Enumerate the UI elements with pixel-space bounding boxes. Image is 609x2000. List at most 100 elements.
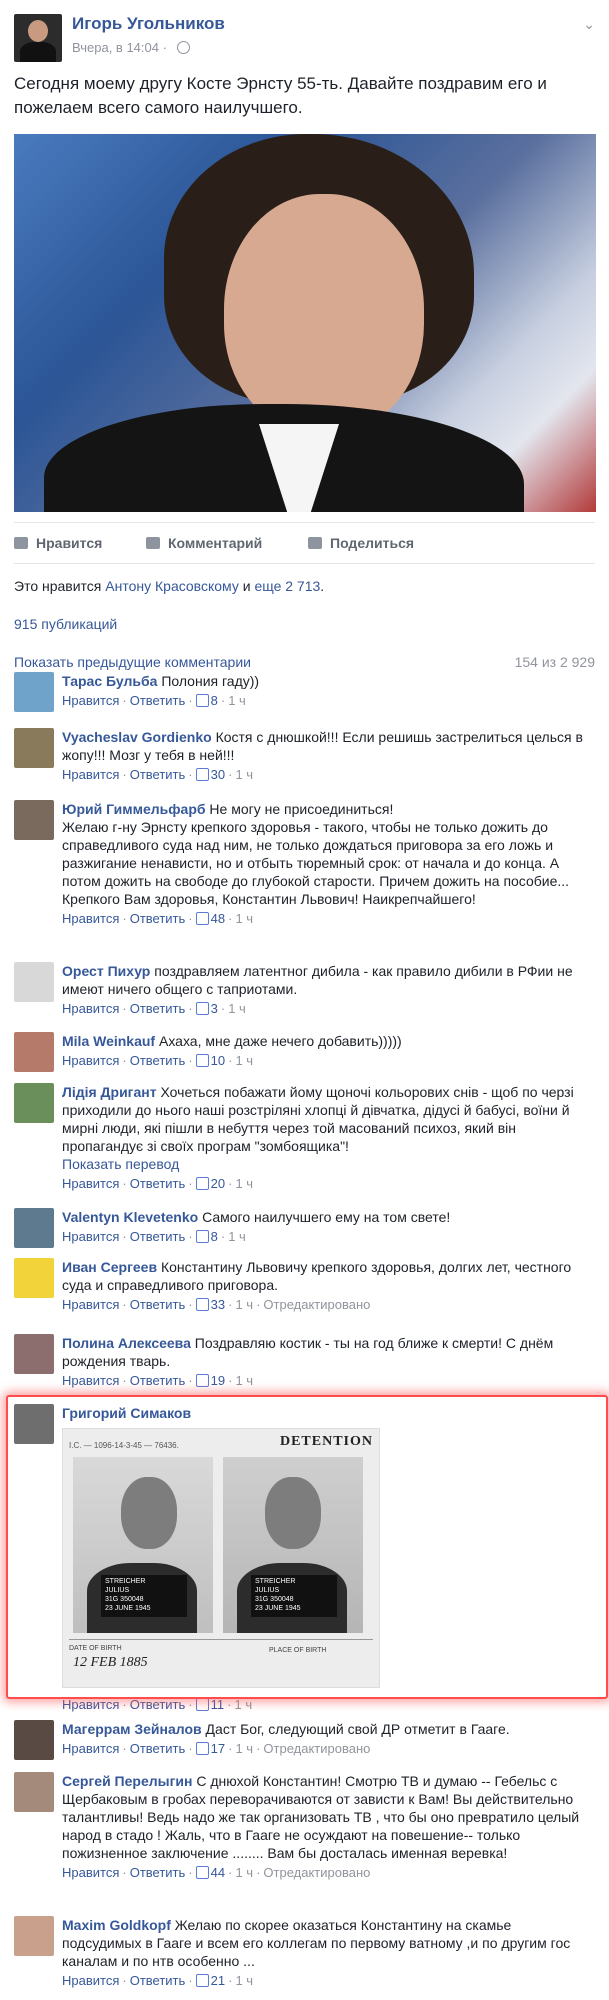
comment-like-count[interactable]: 10 [195,1053,225,1068]
comment-time[interactable]: 1 ч [228,1229,246,1244]
comment-reply-button[interactable]: Ответить [130,1741,186,1756]
comment-actions: Нравится · Ответить · 33 · 1 ч · Отредактировано [62,1296,590,1314]
comment-reply-button[interactable]: Ответить [130,1229,186,1244]
comment-time[interactable]: 1 ч [235,767,253,782]
comment-like-button[interactable]: Нравится [62,1229,119,1244]
commenter-avatar[interactable] [14,728,54,768]
separator: · [122,1297,127,1312]
comment-like-button[interactable]: Нравится [62,1053,119,1068]
comment-time[interactable]: 1 ч [235,1176,253,1191]
previous-comments-link[interactable]: Показать предыдущие комментарии [14,654,251,670]
comment-time[interactable]: 1 ч [235,1973,253,1988]
comment-like-button[interactable]: Нравится [62,1741,119,1756]
comment-reply-button[interactable]: Ответить [130,1865,186,1880]
commenter-name[interactable]: Полина Алексеева [62,1335,191,1351]
commenter-name[interactable]: Иван Сергеев [62,1259,157,1275]
commenter-avatar[interactable] [14,962,54,1002]
comment-like-button[interactable]: Нравится [62,911,119,926]
separator: · [220,693,226,708]
comment-like-button[interactable]: Нравится [62,1297,119,1312]
shares-link[interactable]: 915 публикаций [0,594,609,632]
commenter-avatar[interactable] [14,1258,54,1298]
commenter-name[interactable]: Сергей Перелыгин [62,1773,193,1789]
edited-label[interactable]: Отредактировано [263,1865,370,1880]
post-timestamp[interactable]: Вчера, в 14:04 · [72,40,190,55]
comment-like-count[interactable]: 19 [195,1373,225,1388]
commenter-avatar[interactable] [14,1032,54,1072]
author-name[interactable]: Игорь Угольников [72,14,225,34]
comment-like-count[interactable]: 21 [195,1973,225,1988]
comment-reply-button[interactable]: Ответить [130,1297,186,1312]
comment-like-count[interactable]: 33 [195,1297,225,1312]
commenter-avatar[interactable] [14,1772,54,1812]
commenter-avatar[interactable] [14,1208,54,1248]
comment-like-count[interactable]: 48 [195,911,225,926]
comment-time[interactable]: 1 ч [234,1697,252,1712]
commenter-avatar[interactable] [14,1083,54,1123]
likes-friend-link[interactable]: Антону Красовскому [105,578,239,594]
comment-like-count[interactable]: 30 [195,767,225,782]
comment-button[interactable]: Комментарий [146,535,262,551]
comment-like-button[interactable]: Нравится [62,767,119,782]
commenter-avatar[interactable] [14,672,54,712]
comment-like-count[interactable]: 17 [195,1741,225,1756]
comment-reply-button[interactable]: Ответить [130,1697,186,1712]
comment-like-count[interactable]: 44 [195,1865,225,1880]
comment-like-count[interactable]: 8 [195,693,218,708]
commenter-avatar[interactable] [14,800,54,840]
comment-like-button[interactable]: Нравится [62,1176,119,1191]
comment-time[interactable]: 1 ч [228,693,246,708]
comment-like-count[interactable]: 20 [195,1176,225,1191]
edited-label[interactable]: Отредактировано [263,1297,370,1312]
post-time[interactable]: Вчера, в 14:04 [72,40,159,55]
author-avatar[interactable] [14,14,62,62]
commenter-avatar[interactable] [14,1720,54,1760]
commenter-name[interactable]: Тарас Бульба [62,673,157,689]
comment-like-count[interactable]: 8 [195,1229,218,1244]
commenter-name[interactable]: Valentyn Klevetenko [62,1209,198,1225]
comment-time[interactable]: 1 ч [235,1373,253,1388]
comment-like-count[interactable]: 11 [195,1697,224,1712]
comment-reply-button[interactable]: Ответить [130,911,186,926]
comment-time[interactable]: 1 ч [235,1741,253,1756]
share-button[interactable]: Поделиться [308,535,414,551]
comment-reply-button[interactable]: Ответить [130,1373,186,1388]
comment-like-button[interactable]: Нравится [62,1001,119,1016]
comment-reply-button[interactable]: Ответить [130,1176,186,1191]
separator: · [188,1229,193,1244]
comment-like-button[interactable]: Нравится [62,693,119,708]
commenter-name[interactable]: Maxim Goldkopf [62,1917,171,1933]
commenter-name[interactable]: Mila Weinkauf [62,1033,155,1049]
likes-more-link[interactable]: еще 2 713 [254,578,320,594]
comment-time[interactable]: 1 ч [235,1297,253,1312]
commenter-name[interactable]: Лідія Дригант [62,1084,157,1100]
comment-time[interactable]: 1 ч [235,1865,253,1880]
like-button[interactable]: Нравится [14,535,102,551]
commenter-name[interactable]: Юрий Гиммельфарб [62,801,206,817]
chevron-down-icon[interactable]: ⌄ [583,16,595,33]
comment-like-button[interactable]: Нравится [62,1373,119,1388]
commenter-name[interactable]: Орест Пихур [62,963,150,979]
comment-like-count[interactable]: 3 [195,1001,218,1016]
comment-reply-button[interactable]: Ответить [130,1053,186,1068]
edited-label[interactable]: Отредактировано [263,1741,370,1756]
comment-time[interactable]: 1 ч [235,911,253,926]
commenter-name[interactable]: Магеррам Зейналов [62,1721,202,1737]
comment-time[interactable]: 1 ч [235,1053,253,1068]
commenter-avatar[interactable] [14,1916,54,1956]
comment-reply-button[interactable]: Ответить [130,1001,186,1016]
separator: · [220,1229,226,1244]
post-photo[interactable] [14,134,596,512]
comment-reply-button[interactable]: Ответить [130,767,186,782]
comment-like-button[interactable]: Нравится [62,1973,119,1988]
comment-time[interactable]: 1 ч [228,1001,246,1016]
comment-line: Vyacheslav Gordienko Костя с днюшкой!!! … [62,728,590,764]
comment-reply-button[interactable]: Ответить [130,1973,186,1988]
comment-like-button[interactable]: Нравится [62,1865,119,1880]
comment-like-button[interactable]: Нравится [62,1697,119,1712]
commenter-avatar[interactable] [14,1334,54,1374]
see-translation-link[interactable]: Показать перевод [62,1155,590,1173]
comment-reply-button[interactable]: Ответить [130,693,186,708]
separator: · [188,1001,193,1016]
commenter-name[interactable]: Vyacheslav Gordienko [62,729,212,745]
